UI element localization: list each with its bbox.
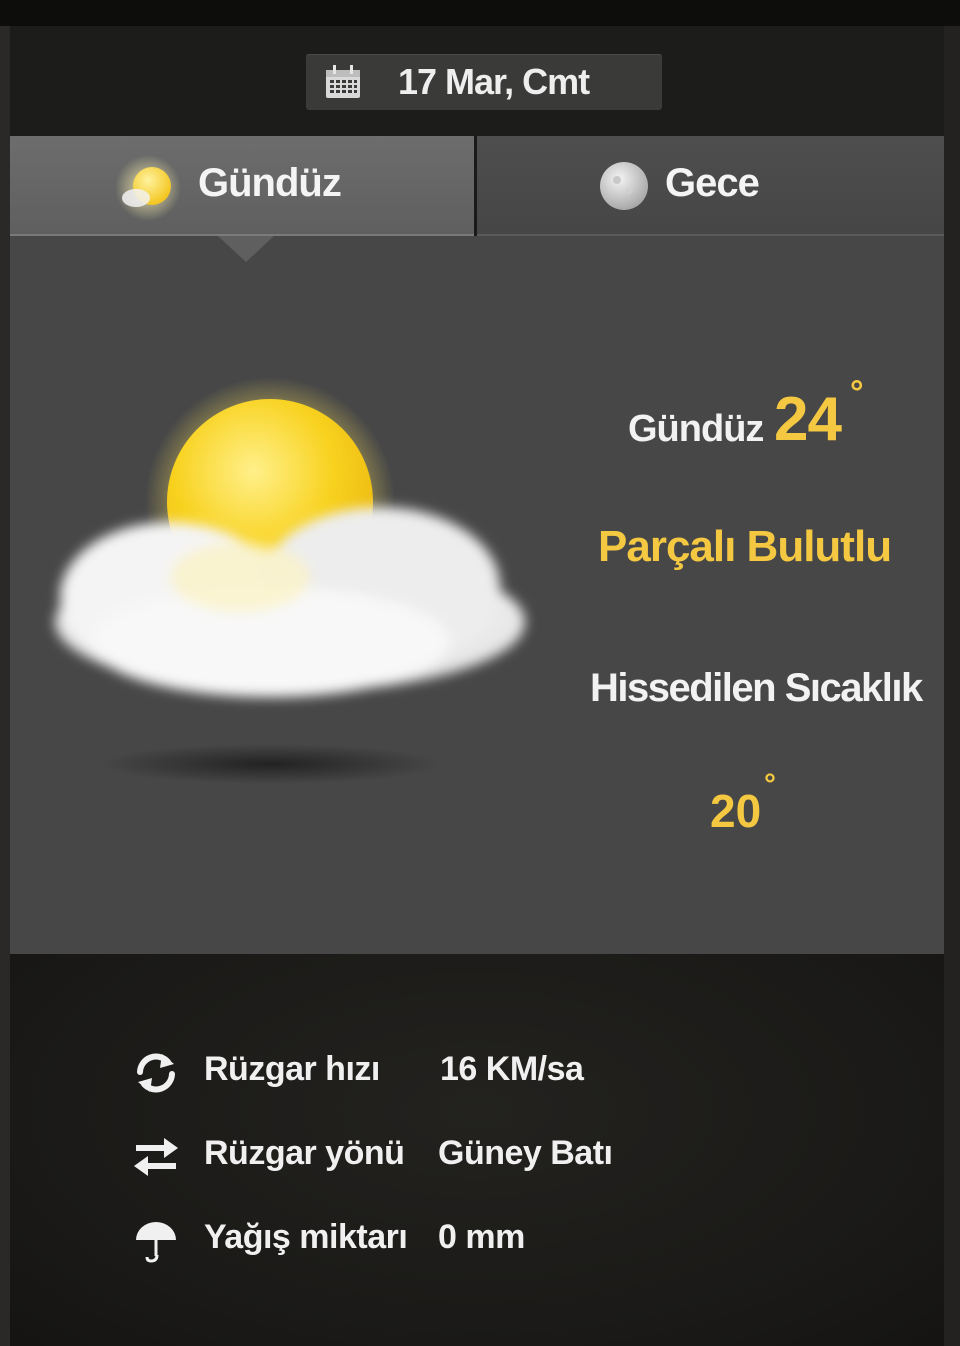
tab-night[interactable]: Gece [477, 136, 944, 236]
sun-icon [115, 155, 181, 221]
moon-icon [600, 162, 648, 210]
left-border [0, 26, 10, 1346]
weather-widget: 17 Mar, Cmt Gündüz Gece Gündüz 24 ° Parç… [0, 0, 960, 1346]
wind-direction-row: Rüzgar yönü Güney Batı [132, 1126, 732, 1186]
partly-cloudy-icon [55, 377, 525, 784]
tab-night-label: Gece [665, 161, 760, 205]
precipitation-row: Yağış miktarı 0 mm [132, 1210, 732, 1270]
precipitation-label: Yağış miktarı [204, 1218, 408, 1256]
weather-details: Rüzgar hızı 16 KM/sa Rüzgar yönü Güney B… [10, 954, 944, 1346]
tab-day-label: Gündüz [198, 161, 342, 205]
refresh-icon [137, 1053, 175, 1093]
wind-speed-value: 16 KM/sa [440, 1050, 584, 1088]
feels-like-value: 20 [710, 785, 762, 837]
forecast-panel: Gündüz 24 ° Parçalı Bulutlu Hissedilen S… [10, 236, 944, 954]
top-border [0, 0, 960, 26]
wind-speed-label: Rüzgar hızı [204, 1050, 380, 1088]
degree-symbol: ° [850, 374, 864, 412]
wind-speed-row: Rüzgar hızı 16 KM/sa [132, 1042, 732, 1102]
date-label: 17 Mar, Cmt [398, 61, 590, 102]
day-night-tabs: Gündüz Gece [10, 136, 944, 236]
active-tab-pointer [218, 236, 274, 262]
temperature-value: 24 [774, 385, 842, 454]
weather-condition: Parçalı Bulutlu [598, 522, 892, 571]
swap-arrows-icon [134, 1138, 178, 1176]
date-header: 17 Mar, Cmt [10, 26, 944, 136]
feels-like-degree-symbol: ° [764, 768, 776, 801]
right-border [944, 26, 960, 1346]
calendar-icon [326, 65, 360, 98]
date-selector[interactable]: 17 Mar, Cmt [306, 54, 662, 110]
umbrella-icon [136, 1222, 176, 1263]
temperature-label: Gündüz [628, 408, 764, 450]
wind-direction-label: Rüzgar yönü [204, 1134, 405, 1172]
tab-day[interactable]: Gündüz [10, 136, 474, 236]
precipitation-value: 0 mm [438, 1218, 525, 1256]
feels-like-label: Hissedilen Sıcaklık [590, 666, 923, 710]
wind-direction-value: Güney Batı [438, 1134, 613, 1172]
